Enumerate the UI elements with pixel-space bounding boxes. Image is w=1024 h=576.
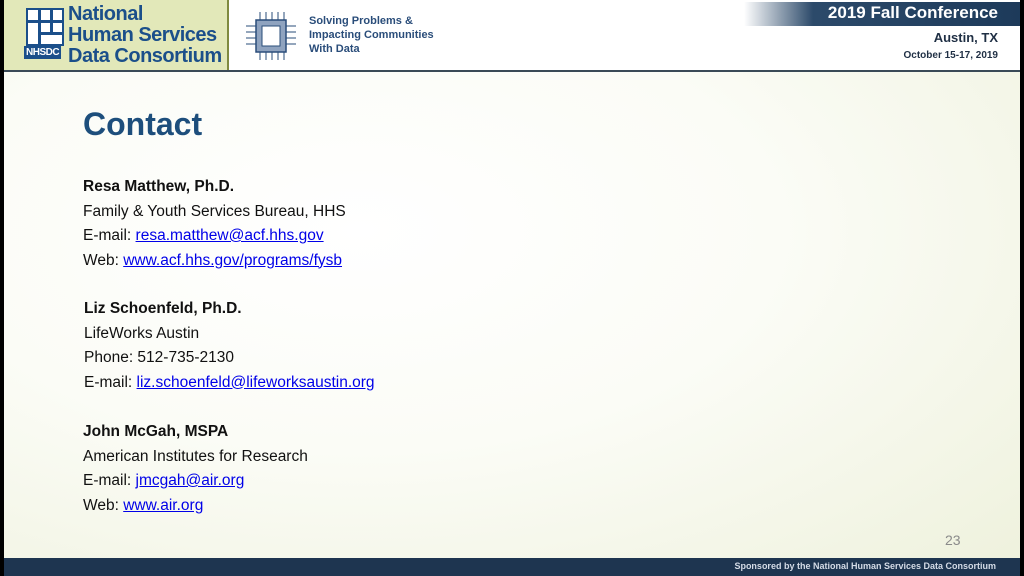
contact-name: Resa Matthew, Ph.D. xyxy=(83,178,235,195)
conference-dates: October 15-17, 2019 xyxy=(903,50,999,61)
email-link[interactable]: jmcgah@air.org xyxy=(136,472,245,489)
header-banner: NHSDC National Human Services Data Conso… xyxy=(4,0,1020,72)
contact-email-row: E-mail: resa.matthew@acf.hhs.gov xyxy=(83,227,324,244)
contact-phone: Phone: 512-735-2130 xyxy=(84,349,234,366)
contact-card-liz-schoenfeld: Liz Schoenfeld, Ph.D. LifeWorks Austin P… xyxy=(84,297,375,395)
footer-bar: Sponsored by the National Human Services… xyxy=(4,558,1020,576)
footer-sponsor-text: Sponsored by the National Human Services… xyxy=(734,561,996,571)
slide: NHSDC National Human Services Data Conso… xyxy=(4,0,1020,576)
contact-web-row: Web: www.acf.hhs.gov/programs/fysb xyxy=(83,251,343,269)
email-link[interactable]: resa.matthew@acf.hhs.gov xyxy=(136,227,324,244)
contact-email-row: E-mail: jmcgah@air.org xyxy=(83,472,245,489)
contact-organization: American Institutes for Research xyxy=(83,447,308,465)
page-number: 23 xyxy=(945,532,961,548)
grid-logo-icon xyxy=(26,8,64,46)
conference-city: Austin, TX xyxy=(933,30,998,45)
contact-organization: Family & Youth Services Bureau, HHS xyxy=(83,202,346,220)
contact-organization: LifeWorks Austin xyxy=(84,324,200,342)
website-link[interactable]: www.acf.hhs.gov/programs/fysb xyxy=(123,252,342,269)
website-link[interactable]: www.air.org xyxy=(123,497,203,514)
tagline: Solving Problems & Impacting Communities… xyxy=(309,15,434,55)
slide-title: Contact xyxy=(83,106,203,142)
circuit-chip-icon xyxy=(246,12,296,60)
conference-title: 2019 Fall Conference xyxy=(827,3,998,22)
contact-name: Liz Schoenfeld, Ph.D. xyxy=(84,300,242,317)
contact-web-row: Web: www.air.org xyxy=(83,496,204,514)
contact-name: John McGah, MSPA xyxy=(83,423,229,440)
contact-card-john-mcgah: John McGah, MSPA American Institutes for… xyxy=(83,420,308,518)
logo-text: National Human Services Data Consortium xyxy=(68,3,222,67)
logo-abbreviation: NHSDC xyxy=(24,46,62,59)
contact-card-resa-matthew: Resa Matthew, Ph.D. Family & Youth Servi… xyxy=(83,175,346,273)
email-link[interactable]: liz.schoenfeld@lifeworksaustin.org xyxy=(137,374,375,391)
nhsdc-logo: NHSDC National Human Services Data Conso… xyxy=(4,0,229,70)
contact-email-row: E-mail: liz.schoenfeld@lifeworksaustin.o… xyxy=(84,373,375,391)
